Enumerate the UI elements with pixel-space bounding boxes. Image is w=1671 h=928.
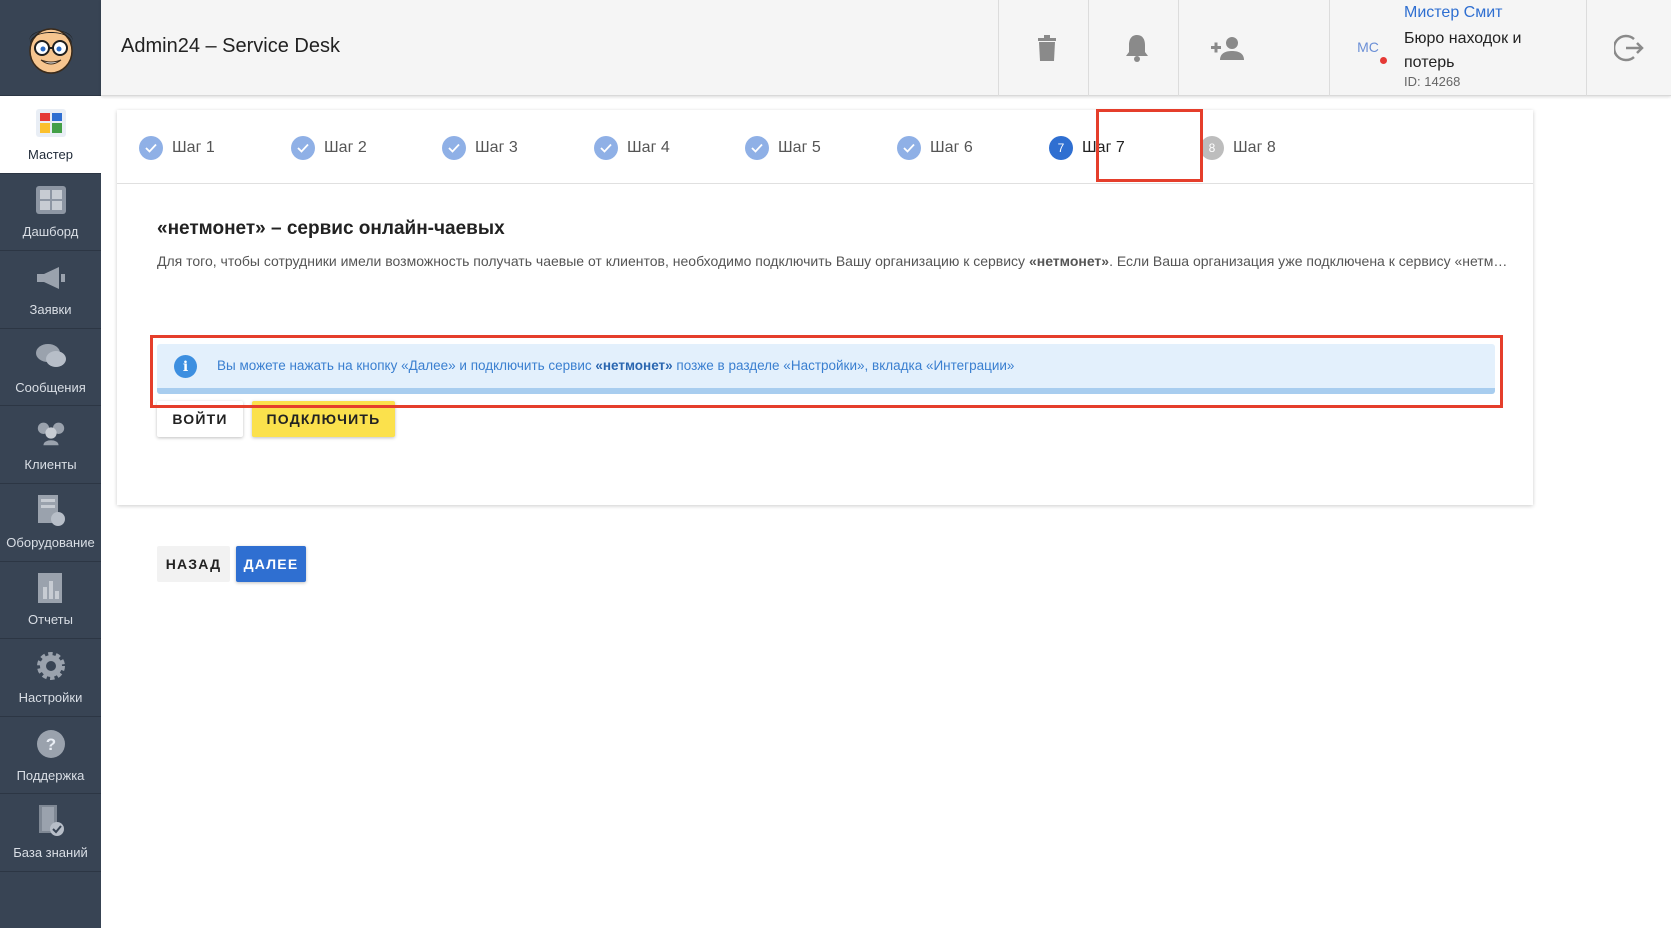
sidebar-item-4[interactable]: Сообщения xyxy=(0,329,101,407)
sidebar-item-label: Поддержка xyxy=(16,767,85,783)
status-dot xyxy=(1380,57,1387,64)
app-title: Admin24 – Service Desk xyxy=(121,35,340,57)
sidebar-item-3[interactable]: Заявки xyxy=(0,251,101,329)
step-2[interactable]: Шаг 2 xyxy=(291,134,367,162)
svg-text:?: ? xyxy=(45,735,55,754)
info-alert: i Вы можете нажать на кнопку «Далее» и п… xyxy=(157,344,1495,394)
step-label: Шаг 3 xyxy=(475,139,518,156)
header: Admin24 – Service Desk МС Мистер Смит Бю… xyxy=(101,0,1671,96)
sidebar-item-5[interactable]: Клиенты xyxy=(0,406,101,484)
step-3[interactable]: Шаг 3 xyxy=(442,134,518,162)
sidebar-item-1[interactable]: Мастер xyxy=(0,96,101,174)
trash-button[interactable] xyxy=(998,0,1094,96)
logout-icon xyxy=(1614,34,1644,62)
section-title: «нетмонет» – сервис онлайн-чаевых xyxy=(157,218,505,239)
notifications-button[interactable] xyxy=(1088,0,1184,96)
check-icon xyxy=(442,136,466,160)
user-organization: Бюро находок и потерь xyxy=(1404,30,1522,71)
check-icon xyxy=(594,136,618,160)
step-5[interactable]: Шаг 5 xyxy=(745,134,821,162)
step-number: 7 xyxy=(1049,136,1073,160)
description-text: Для того, чтобы сотрудники имели возможн… xyxy=(157,253,1029,269)
add-user-icon xyxy=(1210,37,1244,60)
sidebar-item-label: Настройки xyxy=(18,689,83,705)
help-icon: ? xyxy=(35,728,67,760)
logo[interactable] xyxy=(0,0,101,96)
stepper: Шаг 1 Шаг 2 Шаг 3 Шаг 4 Шаг 5 Шаг 6 7 Шаг 7 8 Шаг… xyxy=(117,109,1533,184)
check-icon xyxy=(745,136,769,160)
back-button[interactable]: Назад xyxy=(157,546,230,582)
user-name[interactable]: Мистер Смит xyxy=(1404,4,1502,22)
step-1[interactable]: Шаг 1 xyxy=(139,134,215,162)
sidebar-item-label: Оборудование xyxy=(6,534,95,550)
check-icon xyxy=(139,136,163,160)
sidebar-item-label: Заявки xyxy=(29,301,72,317)
sidebar-item-8[interactable]: Настройки xyxy=(0,639,101,717)
wizard-icon xyxy=(35,107,67,139)
sidebar-item-label: Мастер xyxy=(28,146,73,162)
clients-icon xyxy=(35,417,67,449)
description-text-end: . Если Ваша организация уже подключена к… xyxy=(1109,253,1509,269)
chat-icon xyxy=(35,340,67,372)
logout-button[interactable] xyxy=(1586,0,1671,96)
step-label: Шаг 1 xyxy=(172,139,215,156)
sidebar-item-7[interactable]: Отчеты xyxy=(0,562,101,640)
description-brand: «нетмонет» xyxy=(1028,253,1110,269)
info-text-end: позже в разделе «Настройки», вкладка «Ин… xyxy=(672,358,1015,373)
dashboard-icon xyxy=(35,184,67,216)
next-button[interactable]: Далее xyxy=(236,546,306,582)
sidebar-item-label: Отчеты xyxy=(28,612,73,628)
logo-avatar-icon xyxy=(28,27,73,74)
sidebar-item-label: Дашборд xyxy=(22,224,79,240)
step-number: 8 xyxy=(1200,136,1224,160)
wizard-card: Шаг 1 Шаг 2 Шаг 3 Шаг 4 Шаг 5 Шаг 6 7 Шаг 7 8 Шаг… xyxy=(117,109,1533,582)
check-icon xyxy=(291,136,315,160)
step-highlight xyxy=(1096,109,1203,182)
sidebar-item-label: База знаний xyxy=(13,845,88,861)
sidebar-item-2[interactable]: Дашборд xyxy=(0,174,101,252)
knowledge-base-icon xyxy=(35,805,67,837)
bell-icon xyxy=(1125,35,1148,62)
info-brand: «нетмонет» xyxy=(595,358,673,373)
equipment-icon xyxy=(35,494,67,527)
info-icon: i xyxy=(174,355,197,378)
step-4[interactable]: Шаг 4 xyxy=(594,134,670,162)
sidebar-item-6[interactable]: Оборудование xyxy=(0,484,101,562)
trash-icon xyxy=(1037,35,1056,61)
user-id: ID: 14268 xyxy=(1404,74,1461,89)
step-label: Шаг 2 xyxy=(324,139,367,156)
sidebar-item-10[interactable]: База знаний xyxy=(0,794,101,872)
step-label: Шаг 8 xyxy=(1233,139,1276,156)
step-label: Шаг 6 xyxy=(930,139,973,156)
step-label: Шаг 4 xyxy=(627,139,670,156)
reports-icon xyxy=(35,572,67,604)
info-text: Вы можете нажать на кнопку «Далее» и под… xyxy=(217,358,1014,373)
info-text-start: Вы можете нажать на кнопку «Далее» и под… xyxy=(217,358,596,373)
megaphone-icon xyxy=(35,262,67,294)
user-profile[interactable]: МС Мистер Смит Бюро находок и потерь ID:… xyxy=(1329,0,1586,96)
add-user-button[interactable] xyxy=(1178,0,1274,96)
sidebar: Мастер Дашборд Заявки Сообщения Клиенты Обору… xyxy=(0,0,101,928)
step-8[interactable]: 8 Шаг 8 xyxy=(1200,134,1276,162)
step-6[interactable]: Шаг 6 xyxy=(897,134,973,162)
check-icon xyxy=(897,136,921,160)
sidebar-item-9[interactable]: ? Поддержка xyxy=(0,717,101,795)
gear-icon xyxy=(35,650,67,682)
section-description: Для того, чтобы сотрудники имели возможн… xyxy=(157,253,1509,269)
sidebar-item-label: Клиенты xyxy=(24,457,77,473)
sidebar-item-label: Сообщения xyxy=(15,379,86,395)
step-label: Шаг 5 xyxy=(778,139,821,156)
